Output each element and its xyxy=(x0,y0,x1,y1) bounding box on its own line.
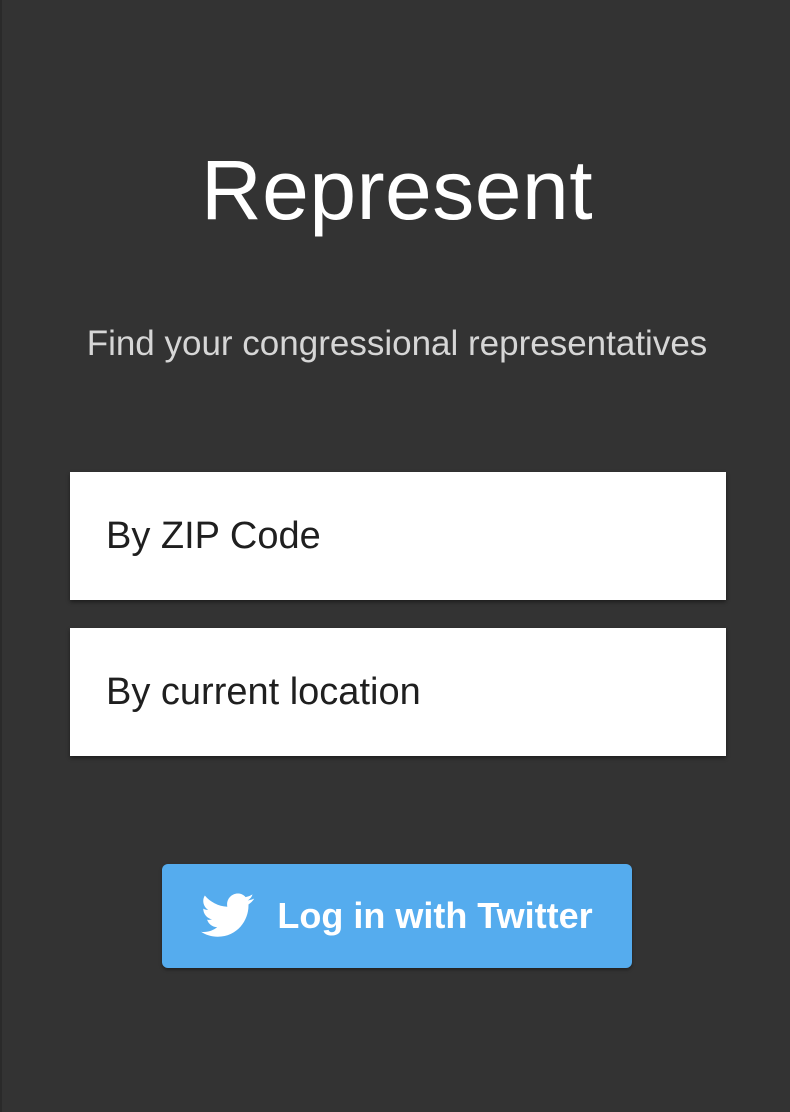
zip-code-option-button[interactable]: By ZIP Code xyxy=(70,472,726,600)
zip-code-option-label: By ZIP Code xyxy=(106,515,321,557)
twitter-bird-icon xyxy=(201,893,255,939)
current-location-option-button[interactable]: By current location xyxy=(70,628,726,756)
app-subtitle: Find your congressional representatives xyxy=(86,324,708,363)
current-location-option-label: By current location xyxy=(106,671,421,713)
twitter-login-label: Log in with Twitter xyxy=(277,895,593,936)
app-screen: Represent Find your congressional repres… xyxy=(0,0,790,1112)
twitter-login-button[interactable]: Log in with Twitter xyxy=(162,864,632,968)
app-title: Represent xyxy=(200,143,594,237)
